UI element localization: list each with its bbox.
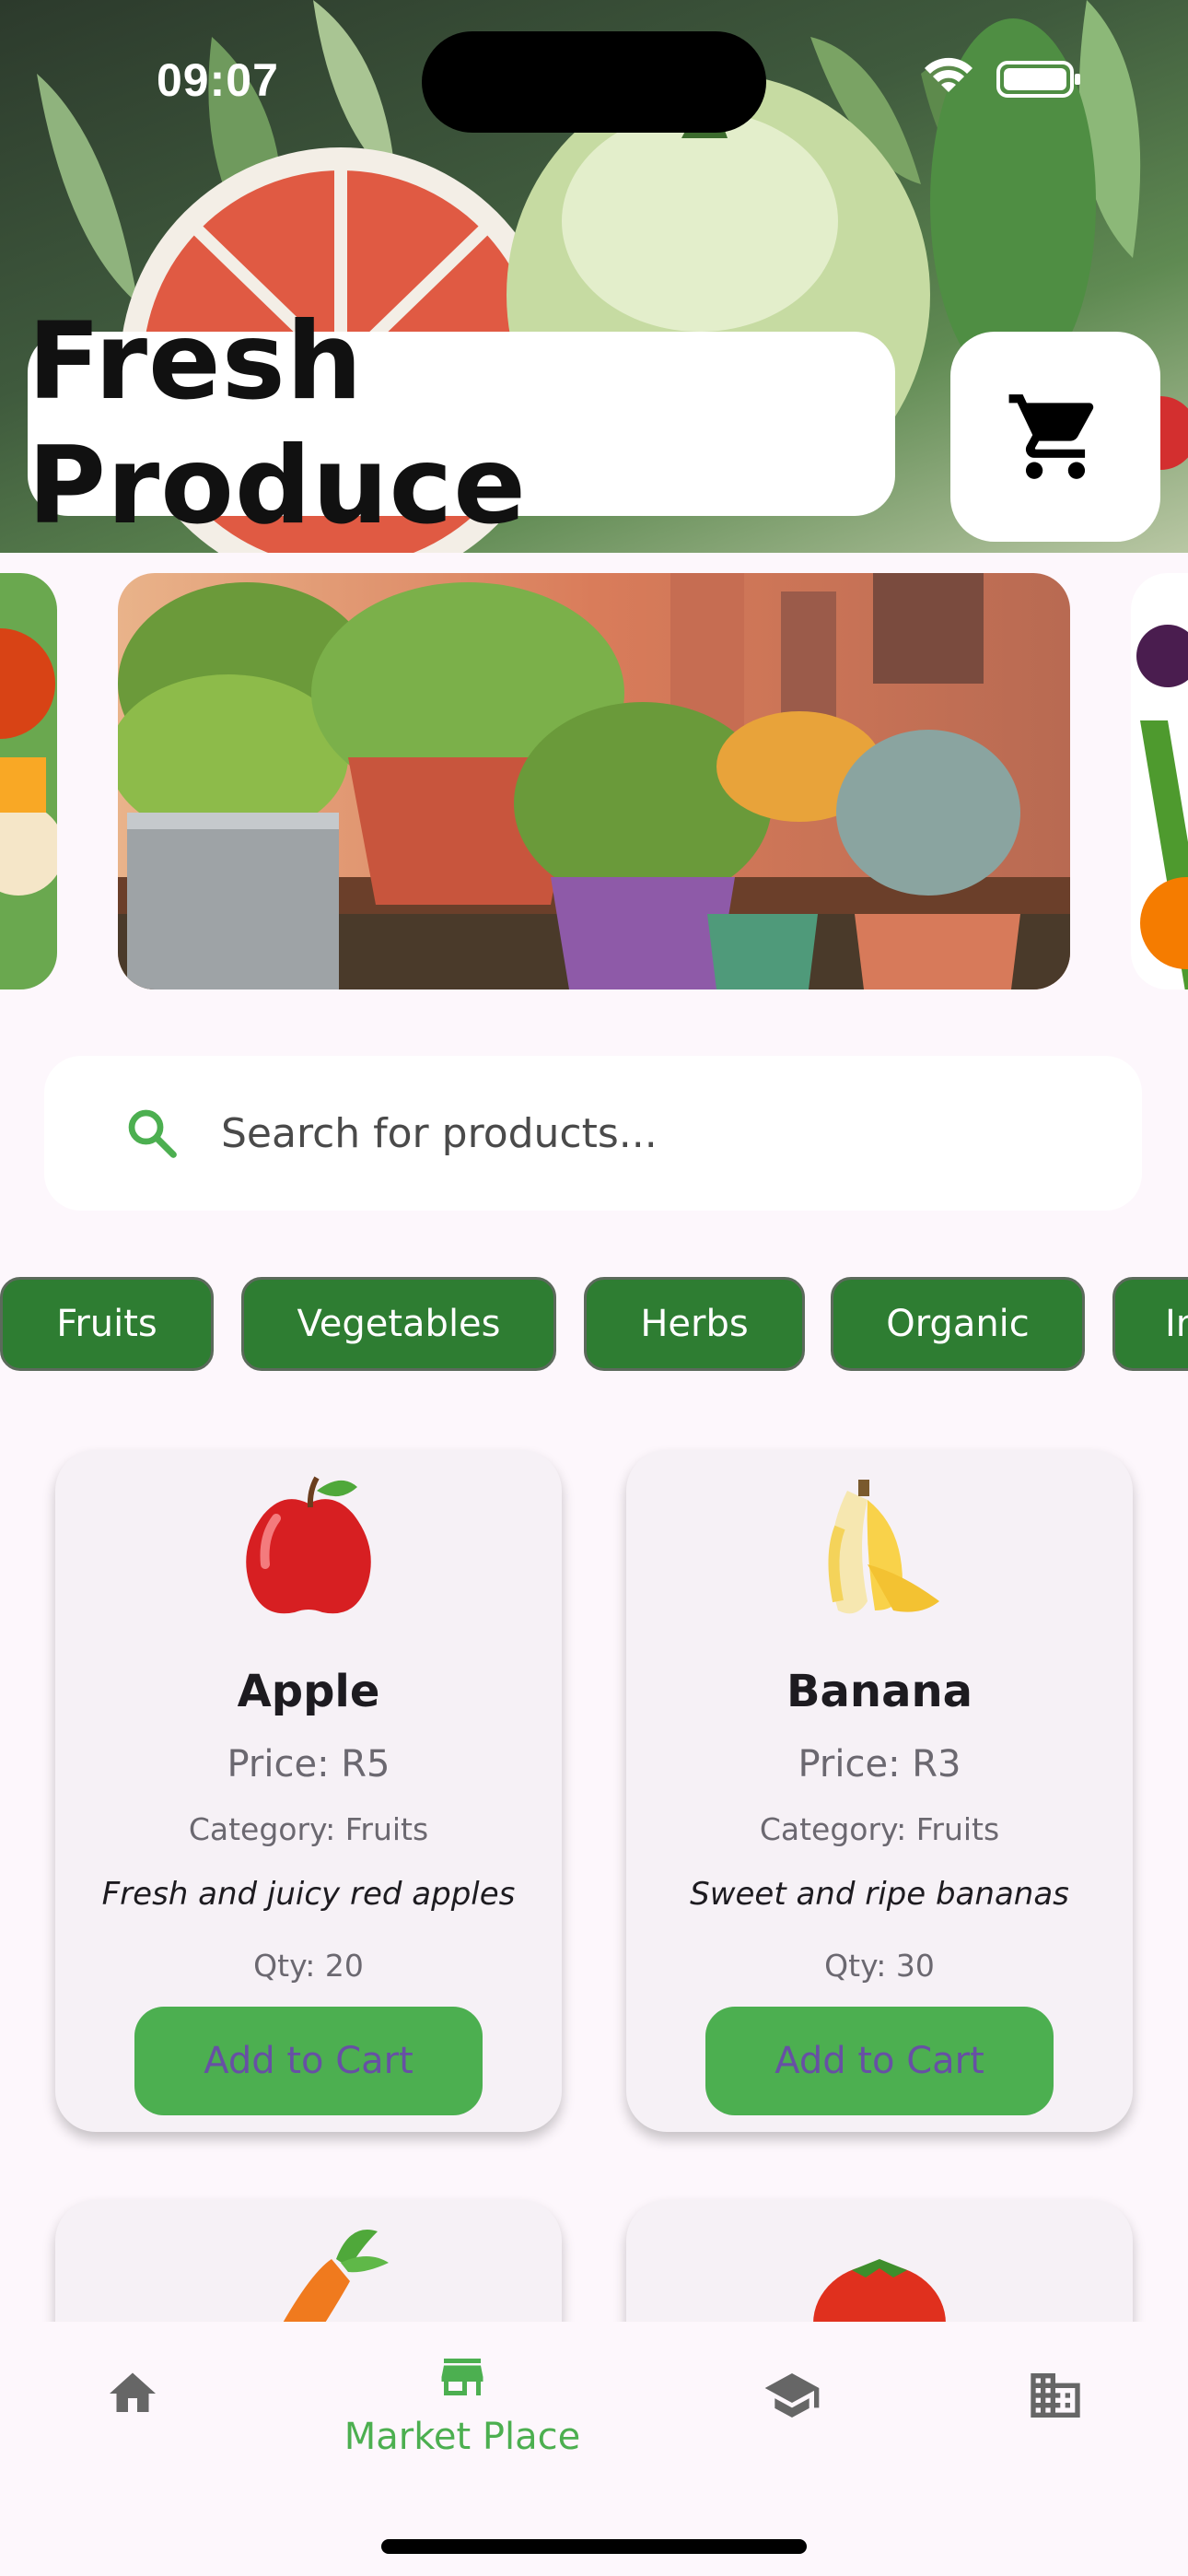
carousel-slide-prev[interactable]	[0, 573, 57, 989]
chip-partial[interactable]: In	[1112, 1277, 1188, 1371]
nav-business[interactable]	[974, 2322, 1136, 2506]
herb-garden-image	[118, 573, 1070, 989]
product-category: Category: Fruits	[759, 1811, 1000, 1847]
carousel-slide-herbs[interactable]	[118, 573, 1070, 989]
wifi-icon	[925, 57, 973, 92]
page-title: Fresh Produce	[28, 299, 527, 548]
chip-vegetables[interactable]: Vegetables	[241, 1277, 556, 1371]
chip-fruits[interactable]: Fruits	[0, 1277, 214, 1371]
search-input[interactable]: Search for products...	[221, 1110, 658, 1157]
search-icon	[128, 1109, 177, 1158]
product-qty: Qty: 30	[824, 1948, 935, 1984]
product-name: Banana	[786, 1666, 973, 1717]
cart-button[interactable]	[950, 332, 1160, 542]
storefront-icon	[441, 2359, 483, 2395]
product-card-banana: Banana Price: R3 Category: Fruits Sweet …	[626, 1450, 1133, 2132]
nav-market-place[interactable]: Market Place	[304, 2322, 621, 2506]
product-description: Fresh and juicy red apples	[101, 1876, 516, 1913]
search-bar[interactable]: Search for products...	[44, 1056, 1142, 1211]
dynamic-island	[422, 31, 766, 133]
product-name: Apple	[237, 1666, 380, 1717]
featured-carousel[interactable]	[0, 573, 1188, 991]
school-icon	[764, 2373, 820, 2418]
status-icons	[925, 57, 1080, 98]
battery-icon	[996, 61, 1080, 98]
add-to-cart-button[interactable]: Add to Cart	[134, 2007, 483, 2115]
product-category: Category: Fruits	[188, 1811, 429, 1847]
cart-icon	[1008, 394, 1094, 479]
chip-organic[interactable]: Organic	[831, 1277, 1085, 1371]
nav-label: Market Place	[344, 2416, 581, 2458]
page-title-container: Fresh Produce	[28, 299, 895, 548]
carousel-slide-next[interactable]	[1131, 573, 1188, 989]
banana-icon	[828, 1480, 939, 1614]
bottom-navigation: Market Place	[0, 2322, 1188, 2576]
product-price: Price: R3	[798, 1743, 961, 1786]
business-icon	[1031, 2373, 1080, 2418]
product-card-apple: Apple Price: R5 Category: Fruits Fresh a…	[55, 1450, 562, 2132]
product-description: Sweet and ripe bananas	[690, 1876, 1069, 1913]
product-price: Price: R5	[227, 1743, 390, 1786]
apple-icon	[246, 1476, 371, 1614]
category-chips: Fruits Vegetables Herbs Organic In	[0, 1277, 1188, 1373]
chip-herbs[interactable]: Herbs	[584, 1277, 805, 1371]
nav-learning[interactable]	[711, 2322, 873, 2506]
add-to-cart-button[interactable]: Add to Cart	[705, 2007, 1054, 2115]
product-qty: Qty: 20	[253, 1948, 364, 1984]
home-indicator[interactable]	[381, 2539, 807, 2554]
hero-banner: 09:07 Fresh Produce	[0, 0, 1188, 553]
status-time: 09:07	[157, 54, 279, 106]
nav-home[interactable]	[52, 2322, 214, 2506]
home-icon	[110, 2372, 156, 2412]
